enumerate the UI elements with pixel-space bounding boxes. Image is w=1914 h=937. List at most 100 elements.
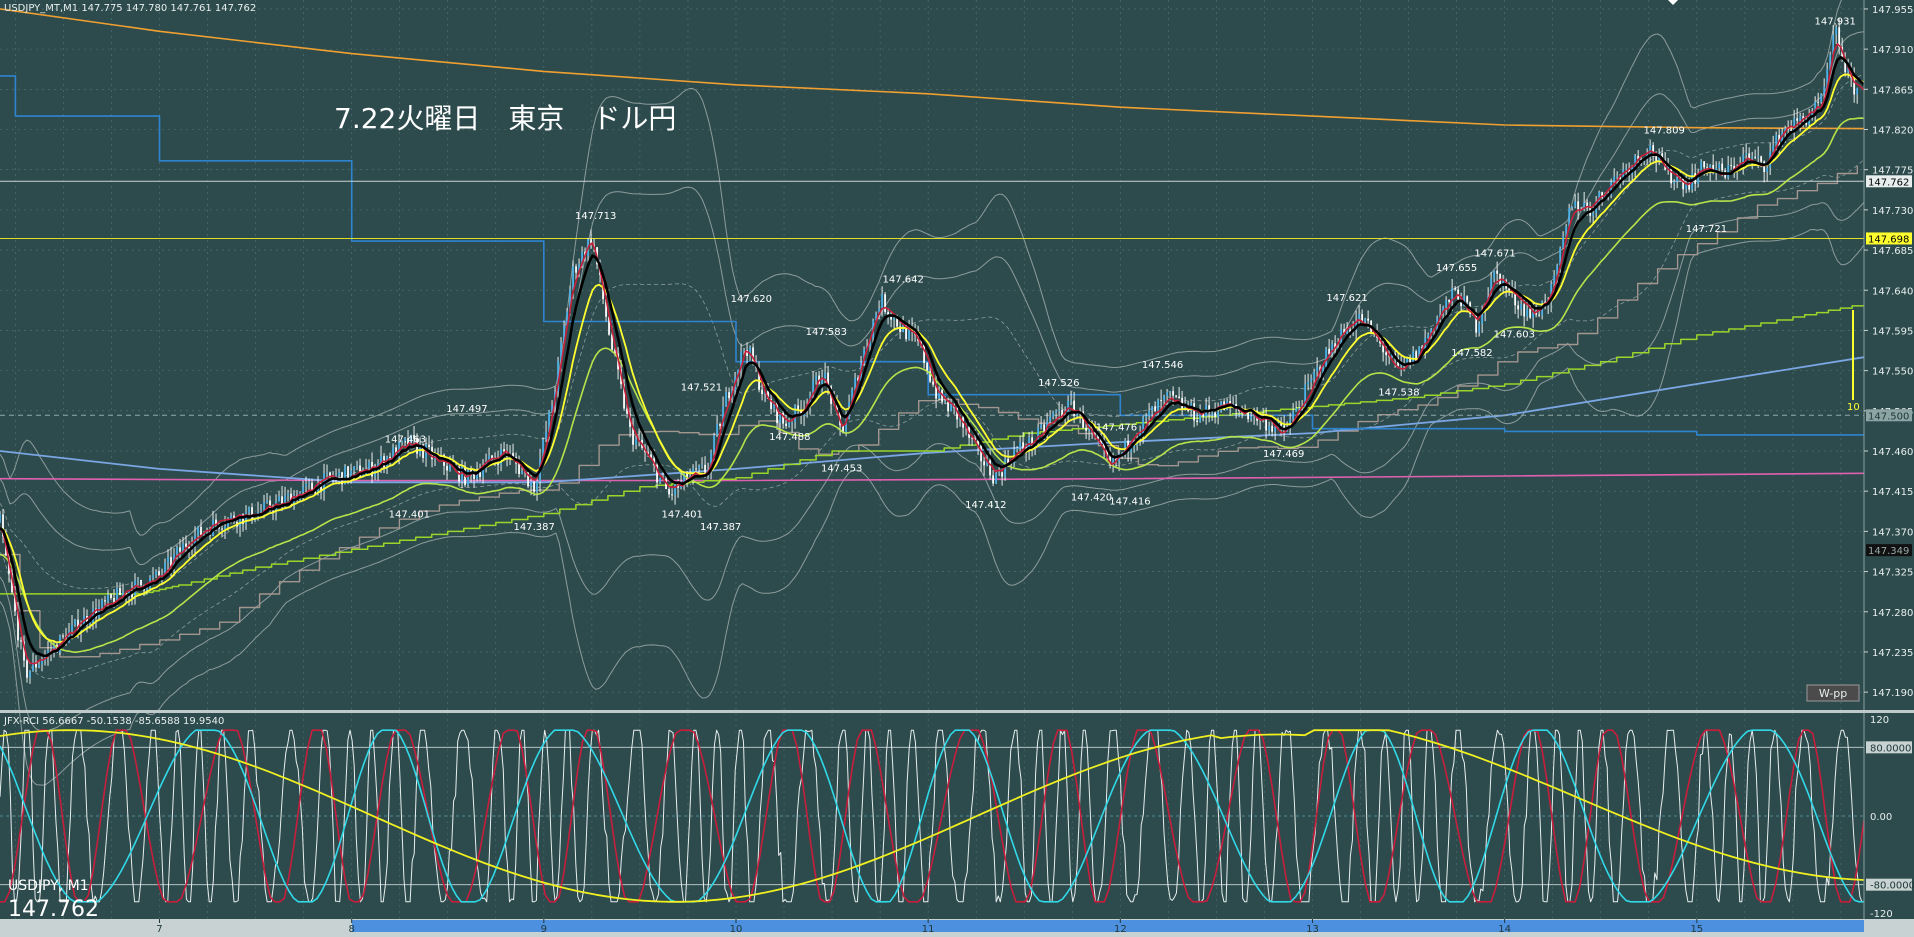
price-tick-label: 147.775 xyxy=(1872,166,1913,177)
candle-body xyxy=(1577,201,1580,210)
candle-body xyxy=(1385,352,1388,356)
candle-body xyxy=(1145,415,1147,418)
candle-body xyxy=(74,619,76,625)
candle-body xyxy=(137,579,139,581)
candle-body xyxy=(185,543,187,547)
price-annotation: 147.642 xyxy=(882,274,923,285)
candle-body xyxy=(791,422,793,424)
candle-body xyxy=(1523,304,1526,317)
candle-body xyxy=(1166,392,1168,396)
candle-body xyxy=(944,401,946,403)
window-separator[interactable] xyxy=(0,710,1914,713)
candle-body xyxy=(1325,348,1328,367)
candle-body xyxy=(719,423,721,426)
candle-body xyxy=(881,294,883,309)
price-tick-label: 147.685 xyxy=(1872,246,1913,257)
price-tick-label: 147.595 xyxy=(1872,326,1913,337)
candle-body xyxy=(251,507,253,521)
price-tag-label: 147.698 xyxy=(1868,234,1909,245)
wpp-button[interactable]: W-pp xyxy=(1806,684,1860,702)
candle-body xyxy=(302,486,304,493)
candle-body xyxy=(311,482,313,490)
candle-body xyxy=(761,389,763,395)
candle-body xyxy=(479,472,481,477)
window-header-label: USDJPY_MT,M1 147.775 147.780 147.761 147… xyxy=(4,3,256,14)
time-tick-label: 9 xyxy=(541,924,547,935)
price-annotation: 147.469 xyxy=(1263,449,1304,460)
price-annotation: 147.582 xyxy=(1451,348,1492,359)
candle-body xyxy=(38,664,40,668)
price-tick-label: 147.955 xyxy=(1872,5,1913,16)
candle-body xyxy=(1310,378,1313,382)
candle-body xyxy=(932,381,934,385)
candle-body xyxy=(1178,396,1180,398)
price-annotation: 147.463 xyxy=(385,434,426,445)
candle-body xyxy=(1673,181,1676,184)
candle-body xyxy=(26,660,28,678)
candle-body xyxy=(140,579,142,586)
candle-body xyxy=(752,347,754,364)
price-annotation: 147.809 xyxy=(1643,125,1684,136)
candle-body xyxy=(1448,300,1451,303)
candle-body xyxy=(1169,391,1171,393)
candle-body xyxy=(1016,448,1018,450)
price-axis[interactable]: 147.955147.910147.865147.820147.775147.7… xyxy=(1863,0,1914,710)
price-annotation: 147.401 xyxy=(662,510,703,521)
candle-body xyxy=(305,483,307,487)
candle-body xyxy=(197,526,199,536)
candle-body xyxy=(1625,168,1628,170)
candle-body xyxy=(1649,145,1652,155)
candle-body xyxy=(230,515,232,519)
candle-body xyxy=(1307,381,1310,385)
candle-body xyxy=(122,592,124,596)
candle-body xyxy=(1367,318,1370,321)
candle-body xyxy=(1718,163,1721,169)
candle-body xyxy=(950,404,952,412)
chart-canvas[interactable]: 147.713147.463147.497147.401147.387147.6… xyxy=(0,0,1914,937)
candle-body xyxy=(1856,87,1859,95)
candle-body xyxy=(101,600,103,608)
scrollbar-thumb[interactable] xyxy=(352,920,1864,932)
candle-body xyxy=(1271,425,1274,432)
candle-body xyxy=(1160,400,1162,402)
candle-body xyxy=(1613,176,1616,182)
time-axis[interactable]: 7 8 9 10 11 12 13 14 15 xyxy=(0,919,1914,937)
candle-body xyxy=(1154,406,1156,412)
candle-body xyxy=(1823,86,1826,95)
rci-header-label: JFX-RCI 56.6667 -50.1538 -85.6588 19.954… xyxy=(3,716,224,727)
candle-body xyxy=(266,500,268,503)
candle-body xyxy=(152,575,154,578)
candle-body xyxy=(1745,153,1748,155)
candle-body xyxy=(575,266,577,273)
price-tick-label: 147.640 xyxy=(1872,286,1913,297)
candle-body xyxy=(1001,472,1003,477)
candle-body xyxy=(269,500,271,509)
candle-body xyxy=(158,571,160,576)
candle-body xyxy=(1526,308,1529,317)
price-tick-label: 147.820 xyxy=(1872,125,1913,136)
candle-body xyxy=(1211,412,1214,414)
price-annotation: 147.387 xyxy=(514,522,555,533)
candle-body xyxy=(104,600,106,602)
candle-body xyxy=(521,471,523,475)
candle-body xyxy=(1493,270,1496,279)
price-annotation: 147.721 xyxy=(1686,224,1727,235)
candle-body xyxy=(1796,118,1799,121)
candle-body xyxy=(674,484,676,495)
candle-body xyxy=(785,423,787,426)
candle-body xyxy=(635,439,637,445)
candle-body xyxy=(1157,400,1159,412)
candle-body xyxy=(1757,156,1760,158)
price-annotation: 147.583 xyxy=(806,327,847,338)
chart-background xyxy=(0,0,1914,937)
candle-body xyxy=(1085,427,1087,431)
price-annotation: 147.931 xyxy=(1814,16,1855,27)
candle-body xyxy=(701,464,703,466)
candle-body xyxy=(821,380,823,384)
candle-body xyxy=(1466,296,1469,303)
price-annotation: 147.488 xyxy=(769,432,810,443)
candle-body xyxy=(743,350,745,352)
candle-body xyxy=(533,481,535,492)
time-tick-label: 8 xyxy=(348,924,354,935)
price-annotation: 147.416 xyxy=(1109,496,1150,507)
